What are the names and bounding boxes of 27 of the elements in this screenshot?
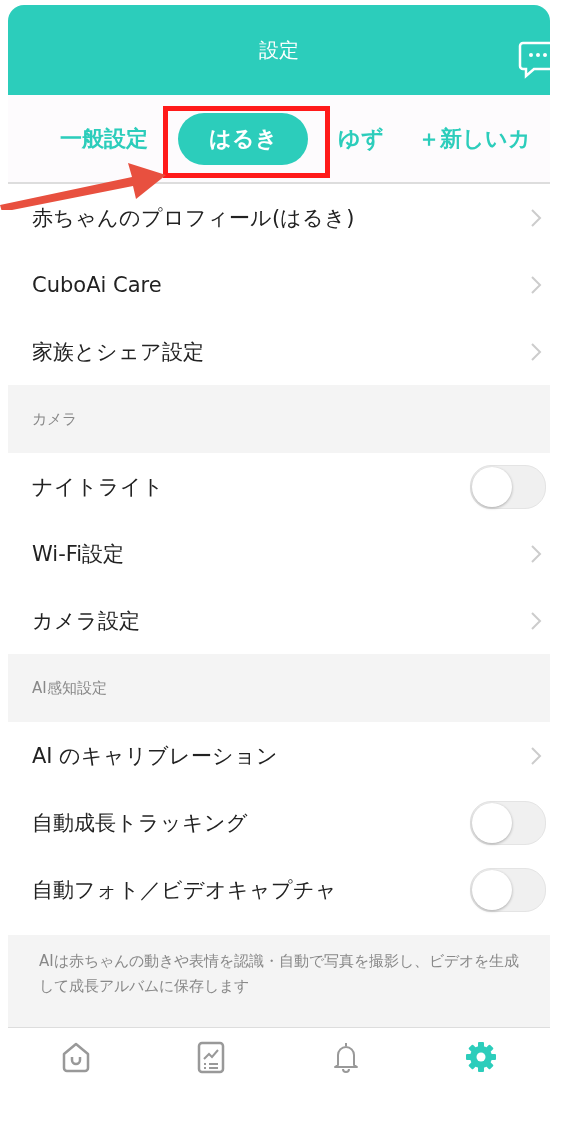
row-label: 自動フォト／ビデオキャプチャ bbox=[32, 876, 337, 904]
chevron-icon bbox=[530, 274, 542, 295]
row-label: ナイトライト bbox=[32, 473, 164, 501]
home-icon[interactable] bbox=[60, 1041, 91, 1073]
chevron-icon bbox=[530, 543, 542, 564]
chevron-icon bbox=[530, 341, 542, 362]
section-title: AI感知設定 bbox=[32, 678, 107, 698]
row-label: 家族とシェア設定 bbox=[32, 338, 204, 366]
report-icon[interactable] bbox=[196, 1040, 227, 1074]
row-label: Wi-Fi設定 bbox=[32, 540, 125, 568]
chevron-icon bbox=[530, 745, 542, 766]
row-label: CuboAi Care bbox=[32, 272, 162, 297]
section-title: カメラ bbox=[32, 409, 77, 429]
row-label: カメラ設定 bbox=[32, 607, 140, 635]
toggle-switch[interactable] bbox=[470, 464, 546, 509]
chevron-icon bbox=[530, 610, 542, 631]
row-label: 赤ちゃんのプロフィール(はるき) bbox=[32, 204, 355, 232]
settings-icon[interactable] bbox=[465, 1041, 498, 1073]
toggle-switch[interactable] bbox=[470, 800, 546, 845]
screen-title: 設定 bbox=[259, 36, 299, 64]
row-label: 自動成長トラッキング bbox=[32, 809, 248, 837]
row-label: AI のキャリブレーション bbox=[32, 742, 279, 770]
chevron-icon bbox=[530, 207, 542, 228]
bell-icon[interactable] bbox=[331, 1041, 360, 1073]
toggle-switch[interactable] bbox=[470, 867, 546, 912]
note-text: AIは赤ちゃんの動きや表情を認識・自動で写真を撮影し、ビデオを生成して成長アルバムに保存します bbox=[39, 951, 520, 997]
chat-icon[interactable] bbox=[518, 39, 550, 79]
